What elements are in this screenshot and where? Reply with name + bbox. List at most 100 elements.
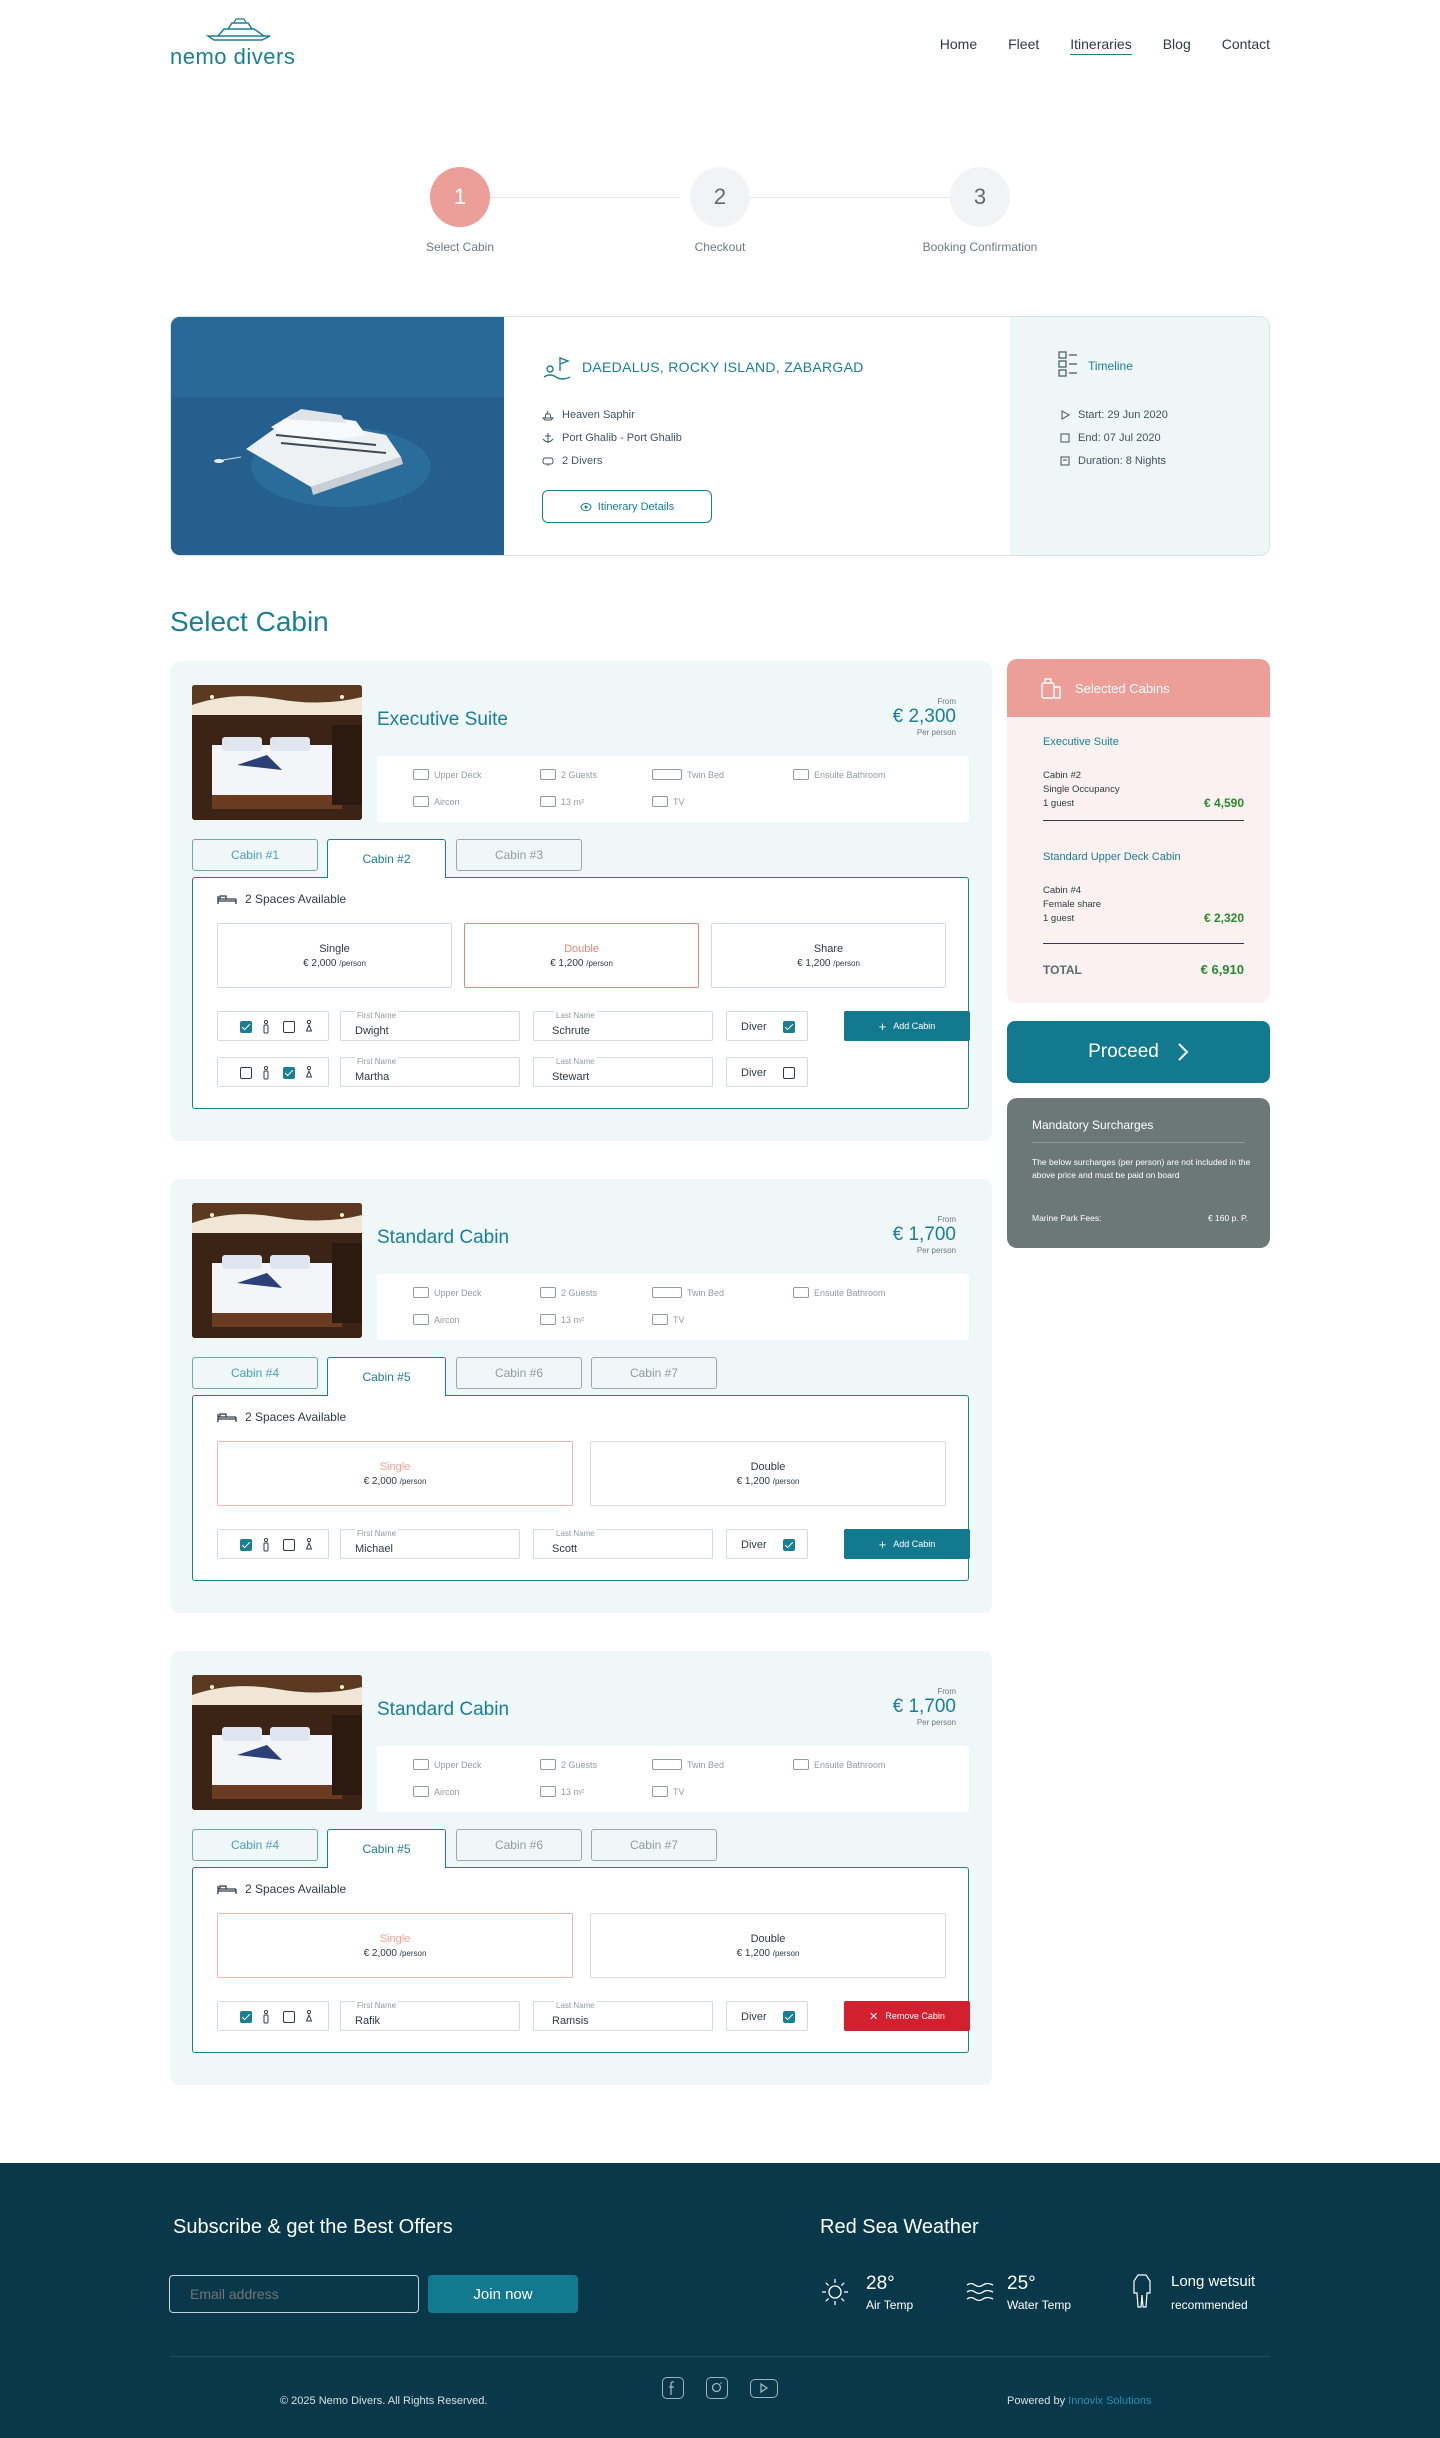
occupancy-price: € 1,200 /person xyxy=(591,1476,945,1487)
female-checkbox[interactable] xyxy=(283,1021,295,1033)
add-cabin-button[interactable]: + Add Cabin xyxy=(844,1529,970,1559)
per-person-suffix: /person xyxy=(339,959,366,968)
cabin-price: € 1,700 xyxy=(892,1696,956,1717)
first-name-field[interactable]: First Name Martha xyxy=(340,1057,520,1087)
nav-itineraries[interactable]: Itineraries xyxy=(1070,36,1132,55)
amenity-label: Aircon xyxy=(434,1314,460,1325)
tab-cabin-2[interactable]: Cabin #2 xyxy=(327,839,446,878)
diver-toggle[interactable]: Diver xyxy=(726,1011,808,1041)
total-label: TOTAL xyxy=(1043,963,1082,977)
occupancy-single[interactable]: Single € 2,000 /person xyxy=(217,923,452,988)
proceed-button[interactable]: Proceed xyxy=(1007,1021,1270,1083)
logo[interactable]: nemo divers xyxy=(170,18,298,70)
section-title: Select Cabin xyxy=(170,606,329,637)
instagram-icon[interactable] xyxy=(706,2377,728,2399)
waves-icon xyxy=(966,2282,994,2302)
cabin-bed-illustration xyxy=(192,685,362,820)
nav-fleet[interactable]: Fleet xyxy=(1008,36,1039,55)
guest-row: First Name Martha Last Name Stewart Diver xyxy=(217,1057,947,1087)
male-checkbox[interactable] xyxy=(240,1021,252,1033)
tab-cabin-3[interactable]: Cabin #3 xyxy=(456,839,582,871)
add-cabin-label: Add Cabin xyxy=(893,1539,936,1549)
occupancy-double[interactable]: Double € 1,200 /person xyxy=(590,1441,946,1506)
occupancy-single[interactable]: Single € 2,000 /person xyxy=(217,1913,573,1978)
diver-checkbox[interactable] xyxy=(783,2011,795,2023)
spaces-available: 2 Spaces Available xyxy=(217,892,346,906)
tab-cabin-4[interactable]: Cabin #4 xyxy=(192,1829,318,1861)
field-label: Last Name xyxy=(554,2001,597,2010)
powered-by-link[interactable]: Innovix Solutions xyxy=(1068,2395,1151,2407)
occupancy-double[interactable]: Double € 1,200 /person xyxy=(464,923,699,988)
youtube-icon[interactable] xyxy=(750,2379,778,2398)
powered-by-label: Powered by xyxy=(1007,2395,1066,2407)
first-name-field[interactable]: First Name Michael xyxy=(340,1529,520,1559)
divers-count: 2 Divers xyxy=(562,455,603,467)
amenities-box: Upper Deck 2 Guests Twin Bed Ensuite Bat… xyxy=(377,1274,969,1340)
occupancy-single[interactable]: Single € 2,000 /person xyxy=(217,1441,573,1506)
nav-contact[interactable]: Contact xyxy=(1222,36,1270,55)
diver-toggle[interactable]: Diver xyxy=(726,1529,808,1559)
nav-blog[interactable]: Blog xyxy=(1163,36,1191,55)
last-name-field[interactable]: Last Name Schrute xyxy=(533,1011,713,1041)
bed-icon xyxy=(652,1759,682,1770)
amenity-label: 13 m² xyxy=(561,1314,585,1325)
amenity-label: Ensuite Bathroom xyxy=(814,1759,886,1770)
amenity-label: TV xyxy=(673,796,685,807)
first-name-field[interactable]: First Name Rafik xyxy=(340,2001,520,2031)
yacht-illustration xyxy=(171,317,504,555)
guest-row: First Name Dwight Last Name Schrute Diver … xyxy=(217,1011,970,1041)
male-checkbox[interactable] xyxy=(240,2011,252,2023)
remove-cabin-button[interactable]: ✕ Remove Cabin xyxy=(844,2001,970,2031)
last-name-field[interactable]: Last Name Ramsis xyxy=(533,2001,713,2031)
female-checkbox[interactable] xyxy=(283,1539,295,1551)
amenity-label: Upper Deck xyxy=(434,1287,482,1298)
tab-cabin-5[interactable]: Cabin #5 xyxy=(327,1829,446,1868)
add-cabin-button[interactable]: + Add Cabin xyxy=(844,1011,970,1041)
amenity-bed: Twin Bed xyxy=(652,1759,724,1770)
tab-cabin-5[interactable]: Cabin #5 xyxy=(327,1357,446,1396)
last-name-field[interactable]: Last Name Stewart xyxy=(533,1057,713,1087)
area-icon xyxy=(540,1314,556,1325)
chevron-right-icon xyxy=(1178,1043,1189,1061)
facebook-icon[interactable] xyxy=(662,2377,684,2399)
diver-toggle[interactable]: Diver xyxy=(726,1057,808,1087)
tab-cabin-1[interactable]: Cabin #1 xyxy=(192,839,318,871)
amenity-bed: Twin Bed xyxy=(652,769,724,780)
itinerary-details-button[interactable]: Itinerary Details xyxy=(542,490,712,523)
amenity-bath: Ensuite Bathroom xyxy=(793,1759,886,1770)
per-person-label: Per person xyxy=(916,1718,956,1727)
amenity-size: 13 m² xyxy=(540,796,584,807)
occupancy-price: € 1,200 /person xyxy=(712,958,945,969)
male-checkbox[interactable] xyxy=(240,1539,252,1551)
step-1-label: Select Cabin xyxy=(425,240,495,254)
diver-label: Diver xyxy=(741,1067,767,1079)
field-value: Stewart xyxy=(552,1071,590,1083)
female-checkbox[interactable] xyxy=(283,2011,295,2023)
male-checkbox[interactable] xyxy=(240,1067,252,1079)
first-name-field[interactable]: First Name Dwight xyxy=(340,1011,520,1041)
nav-home[interactable]: Home xyxy=(940,36,977,55)
diver-checkbox[interactable] xyxy=(783,1021,795,1033)
tab-cabin-4[interactable]: Cabin #4 xyxy=(192,1357,318,1389)
occupancy-double[interactable]: Double € 1,200 /person xyxy=(590,1913,946,1978)
gender-selector xyxy=(217,1529,329,1559)
amenities-box: Upper Deck 2 Guests Twin Bed Ensuite Bat… xyxy=(377,756,969,822)
occupancy-share[interactable]: Share € 1,200 /person xyxy=(711,923,946,988)
diver-checkbox[interactable] xyxy=(783,1539,795,1551)
diver-mask-icon xyxy=(542,457,554,466)
amenity-guests: 2 Guests xyxy=(540,769,597,780)
wetsuit-subtext: recommended xyxy=(1171,2298,1248,2312)
diver-checkbox[interactable] xyxy=(783,1067,795,1079)
email-input[interactable] xyxy=(169,2275,419,2313)
diver-toggle[interactable]: Diver xyxy=(726,2001,808,2031)
amenity-label: Upper Deck xyxy=(434,769,482,780)
tab-cabin-7[interactable]: Cabin #7 xyxy=(591,1829,717,1861)
tab-cabin-6[interactable]: Cabin #6 xyxy=(456,1829,582,1861)
selected-item-price: € 4,590 xyxy=(1203,796,1244,810)
join-now-button[interactable]: Join now xyxy=(428,2275,578,2313)
tab-cabin-6[interactable]: Cabin #6 xyxy=(456,1357,582,1389)
last-name-field[interactable]: Last Name Scott xyxy=(533,1529,713,1559)
tab-cabin-7[interactable]: Cabin #7 xyxy=(591,1357,717,1389)
duration-row: Duration: 8 Nights xyxy=(1060,455,1166,467)
female-checkbox[interactable] xyxy=(283,1067,295,1079)
